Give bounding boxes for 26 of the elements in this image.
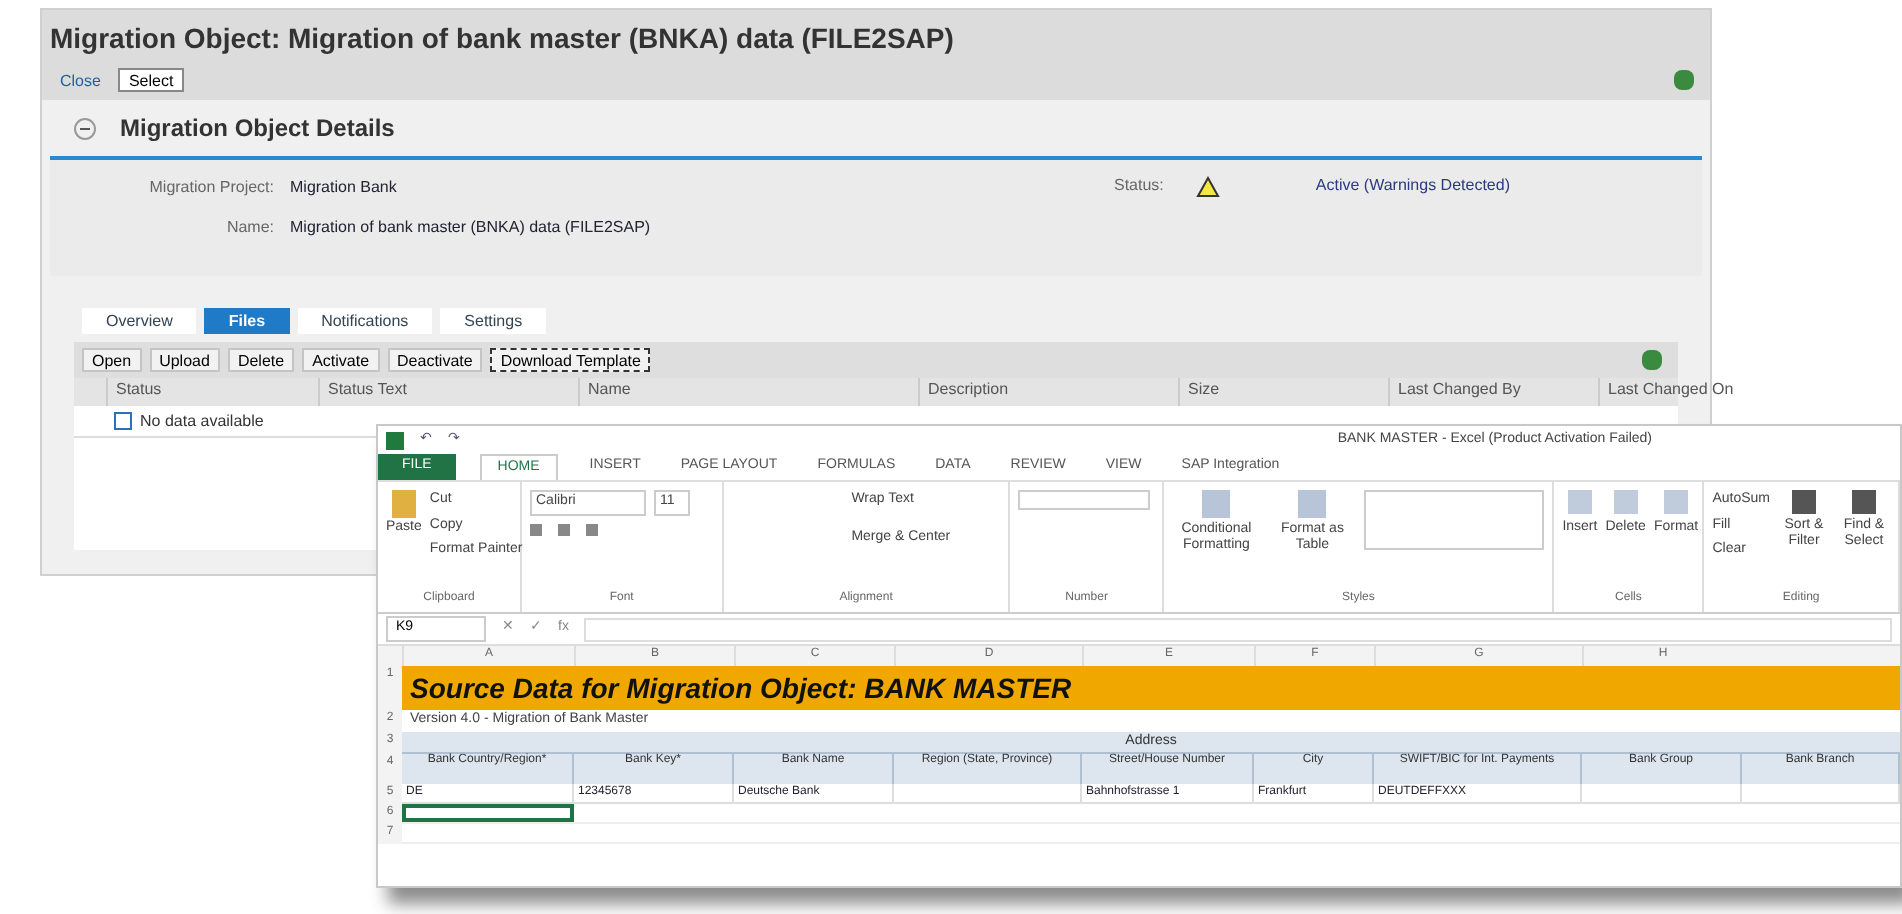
section-title: Migration Object Details [120,112,395,146]
toolbar-button[interactable]: Download Template [490,348,651,372]
tab[interactable]: Overview [82,308,197,334]
status-value: Active (Warnings Detected) [1315,174,1510,198]
number-format-field[interactable] [1018,490,1151,510]
toolbar-button[interactable]: Select [118,68,184,92]
sheet-title: Source Data for Migration Object: BANK MASTER [410,669,1072,708]
selected-cell[interactable] [402,804,574,822]
field-label: Status: [1114,174,1164,198]
warning-icon [1195,175,1220,197]
empty-message: No data available [140,409,264,433]
tab[interactable]: Settings [440,308,547,334]
toolbar-button[interactable]: Activate [302,348,380,372]
toolbar-button[interactable]: Deactivate [387,348,483,372]
field-label: Name: [224,216,274,240]
field-value: Migration of bank master (BNKA) data (FILE2SAP) [290,216,651,240]
field-label: Migration Project: [147,176,274,200]
toolbar-button[interactable]: Close [50,68,111,92]
window-title: Migration Object: Migration of bank master (BNKA) data (FILE2SAP) [50,20,956,58]
tab[interactable]: Notifications [297,308,433,334]
toolbar-button[interactable]: Upload [149,348,220,372]
toolbar-button[interactable]: Delete [227,348,295,372]
collapse-toggle[interactable] [74,117,96,139]
toolbar-button[interactable]: Open [82,348,142,372]
tab[interactable]: Files [204,308,290,334]
field-value: Migration Bank [290,176,397,200]
